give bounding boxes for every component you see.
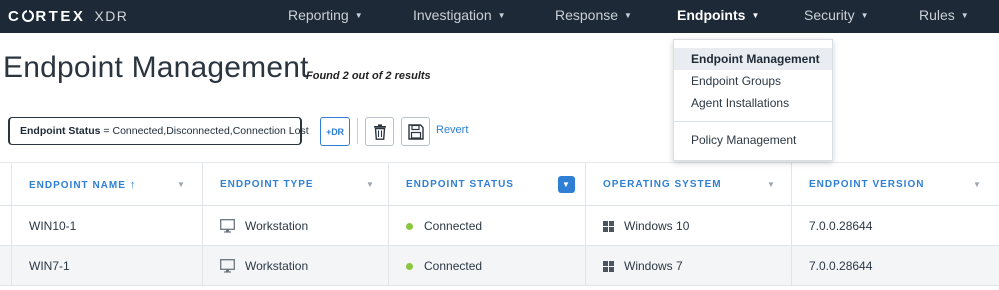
sort-ascending-icon[interactable]: ↑: [130, 179, 137, 191]
cell-endpoint-type: Workstation: [203, 246, 389, 286]
filter-operator: =: [103, 125, 110, 137]
nav-item-rules[interactable]: Rules ▼: [919, 0, 969, 33]
menu-divider: [674, 121, 832, 122]
windows-icon: [603, 260, 614, 272]
column-header-operating-system[interactable]: OPERATING SYSTEM ▼: [586, 163, 792, 207]
windows-icon: [603, 220, 614, 232]
status-connected-icon: [406, 262, 413, 270]
cell-endpoint-version: 7.0.0.28644: [792, 206, 999, 246]
column-header-endpoint-name[interactable]: ENDPOINT NAME ↑ ▼: [12, 163, 203, 207]
endpoints-dropdown-menu: Endpoint Management Endpoint Groups Agen…: [673, 39, 833, 161]
row-select-cell[interactable]: [0, 206, 12, 245]
column-filter-icon[interactable]: ▼: [973, 163, 982, 207]
caret-down-icon: ▼: [751, 11, 760, 20]
column-label: ENDPOINT STATUS: [406, 179, 514, 190]
nav-item-endpoints[interactable]: Endpoints ▼: [677, 0, 759, 33]
endpoint-name: WIN10-1: [29, 219, 77, 233]
filter-query-box[interactable]: Endpoint Status = Connected,Disconnected…: [8, 117, 309, 145]
caret-down-icon: ▼: [354, 11, 363, 20]
xdr-filter-label: +DR: [326, 126, 344, 137]
column-filter-icon[interactable]: ▼: [366, 163, 375, 207]
filter-field: Endpoint Status: [20, 125, 101, 137]
cell-endpoint-version: 7.0.0.28644: [792, 246, 999, 286]
add-xdr-filter-button[interactable]: +DR: [320, 117, 350, 146]
column-header-endpoint-status[interactable]: ENDPOINT STATUS ▼: [389, 163, 586, 207]
cell-operating-system: Windows 10: [586, 206, 792, 246]
filter-value: Connected,Disconnected,Connection Lost: [112, 125, 309, 137]
active-filter-icon[interactable]: ▼: [558, 176, 575, 193]
nav-item-investigation[interactable]: Investigation ▼: [413, 0, 506, 33]
nav-item-reporting[interactable]: Reporting ▼: [288, 0, 363, 33]
nav-item-security[interactable]: Security ▼: [804, 0, 869, 33]
nav-label: Reporting: [288, 7, 349, 23]
menu-item-policy-management[interactable]: Policy Management: [674, 129, 832, 151]
endpoint-type: Workstation: [245, 259, 309, 273]
logo-product: XDR: [94, 8, 129, 24]
page-title: Endpoint Management: [3, 51, 309, 84]
column-filter-icon[interactable]: ▼: [177, 163, 186, 207]
table-row[interactable]: WIN7-1 Workstation Connected Windows 7 7…: [0, 246, 999, 286]
caret-down-icon: ▼: [624, 11, 632, 20]
results-count: Found 2 out of 2 results: [306, 70, 431, 82]
status-connected-icon: [406, 222, 413, 230]
caret-down-icon: ▼: [860, 11, 869, 20]
column-label: ENDPOINT TYPE: [220, 179, 314, 190]
endpoint-type: Workstation: [245, 219, 309, 233]
endpoint-name: WIN7-1: [29, 259, 70, 273]
cell-endpoint-type: Workstation: [203, 206, 389, 246]
cell-endpoint-name: WIN10-1: [12, 206, 203, 246]
floppy-disk-icon: [407, 123, 424, 140]
table-header: ENDPOINT NAME ↑ ▼ ENDPOINT TYPE ▼ ENDPOIN…: [0, 162, 999, 207]
logo-o-mark: [22, 7, 35, 22]
nav-label: Endpoints: [677, 7, 746, 23]
operating-system: Windows 10: [624, 219, 690, 233]
caret-down-icon: ▼: [960, 11, 969, 20]
caret-down-icon: ▼: [497, 11, 506, 20]
nav-label: Security: [804, 7, 855, 23]
endpoint-status: Connected: [424, 219, 483, 233]
nav-item-response[interactable]: Response ▼: [555, 0, 632, 33]
nav-label: Investigation: [413, 7, 492, 23]
trash-icon: [373, 123, 386, 140]
menu-item-agent-installations[interactable]: Agent Installations: [674, 92, 832, 114]
row-select-cell[interactable]: [0, 246, 12, 285]
column-filter-icon[interactable]: ▼: [767, 163, 776, 207]
cell-endpoint-status: Connected: [389, 206, 586, 246]
revert-link[interactable]: Revert: [436, 124, 468, 136]
column-header-endpoint-type[interactable]: ENDPOINT TYPE ▼: [203, 163, 389, 207]
operating-system: Windows 7: [624, 259, 683, 273]
endpoint-version: 7.0.0.28644: [809, 259, 873, 273]
column-header-endpoint-version[interactable]: ENDPOINT VERSION ▼: [792, 163, 999, 207]
endpoint-status: Connected: [424, 259, 483, 273]
menu-item-endpoint-groups[interactable]: Endpoint Groups: [674, 70, 832, 92]
monitor-icon: [220, 219, 235, 233]
cell-endpoint-name: WIN7-1: [12, 246, 203, 286]
top-nav-bar: C RTEX XDR Reporting ▼ Investigation ▼ Resp…: [0, 0, 999, 33]
cell-endpoint-status: Connected: [389, 246, 586, 286]
table-row[interactable]: WIN10-1 Workstation Connected Windows 10…: [0, 206, 999, 246]
row-select-column: [0, 163, 12, 205]
save-filter-button[interactable]: [401, 117, 430, 146]
nav-label: Rules: [919, 7, 955, 23]
delete-filter-button[interactable]: [365, 117, 394, 146]
cortex-xdr-logo[interactable]: C RTEX XDR: [8, 6, 128, 26]
endpoint-version: 7.0.0.28644: [809, 219, 873, 233]
menu-item-endpoint-management[interactable]: Endpoint Management: [674, 48, 832, 70]
column-label: ENDPOINT VERSION: [809, 179, 925, 190]
logo-wordmark: C RTEX: [8, 7, 86, 25]
toolbar-divider: [357, 118, 358, 144]
column-label: ENDPOINT NAME: [29, 180, 126, 191]
column-label: OPERATING SYSTEM: [603, 179, 722, 190]
cell-operating-system: Windows 7: [586, 246, 792, 286]
nav-label: Response: [555, 7, 619, 23]
monitor-icon: [220, 259, 235, 273]
